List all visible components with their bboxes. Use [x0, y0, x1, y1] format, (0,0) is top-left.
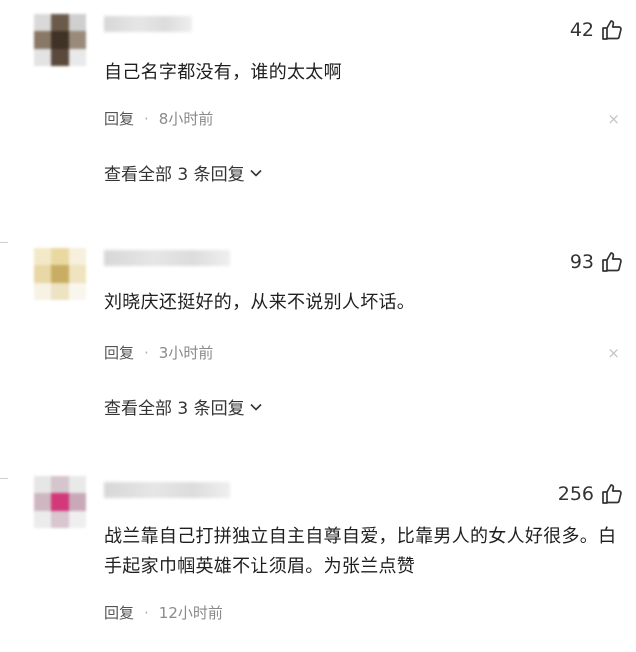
timestamp: 8小时前 [158, 110, 214, 128]
like-button[interactable]: 93 [570, 250, 624, 274]
avatar-pixel [68, 476, 86, 494]
avatar-pixel [34, 282, 52, 300]
view-all-label: 查看全部 3 条回复 [104, 165, 245, 185]
avatar-pixel [34, 493, 52, 511]
comment-text: 战兰靠自己打拼独立自主自尊自爱，比靠男人的女人好很多。白手起家巾帼英雄不让须眉。… [104, 526, 617, 577]
username-blurred[interactable] [104, 16, 192, 32]
avatar[interactable] [34, 14, 86, 66]
avatar-pixel [68, 48, 86, 66]
thumbs-up-icon [602, 484, 622, 504]
comment-meta: 回复 · 3小时前 [104, 342, 213, 363]
comment-text: 刘晓庆还挺好的，从来不说别人坏话。 [104, 292, 416, 313]
avatar-pixel [51, 493, 69, 511]
username-blurred[interactable] [104, 482, 230, 498]
avatar-pixel [34, 248, 52, 266]
close-icon[interactable]: × [607, 344, 620, 362]
view-all-replies-button[interactable]: 查看全部 3 条回复 [104, 160, 263, 185]
avatar-pixel [51, 265, 69, 283]
reply-button[interactable]: 回复 [104, 342, 134, 363]
close-icon[interactable]: × [607, 110, 620, 128]
like-count: 93 [569, 251, 594, 273]
timestamp: 12小时前 [158, 604, 223, 622]
like-count: 42 [569, 19, 594, 41]
avatar-pixel [51, 476, 69, 494]
avatar-pixel [68, 248, 86, 266]
avatar-pixel [34, 31, 52, 49]
chevron-down-icon [250, 169, 262, 177]
like-button[interactable]: 42 [570, 18, 624, 42]
timestamp: 3小时前 [158, 344, 214, 362]
divider [0, 242, 8, 243]
reply-button[interactable]: 回复 [104, 602, 134, 623]
comment-text: 自己名字都没有，谁的太太啊 [104, 62, 342, 83]
comment-meta: 回复 · 12小时前 [104, 602, 223, 623]
like-button[interactable]: 256 [558, 482, 624, 506]
like-count: 256 [557, 483, 594, 505]
divider [0, 478, 8, 479]
avatar-pixel [51, 510, 69, 528]
avatar-pixel [51, 31, 69, 49]
avatar-pixel [34, 265, 52, 283]
avatar[interactable] [34, 476, 86, 528]
thumbs-up-icon [602, 252, 622, 272]
avatar-pixel [68, 510, 86, 528]
avatar-pixel [34, 14, 52, 32]
thumbs-up-icon [602, 20, 622, 40]
comment-meta: 回复 · 8小时前 [104, 108, 213, 129]
username-blurred[interactable] [104, 250, 230, 266]
avatar-pixel [51, 14, 69, 32]
separator: · [144, 343, 149, 362]
avatar-pixel [34, 476, 52, 494]
chevron-down-icon [250, 403, 262, 411]
avatar-pixel [68, 493, 86, 511]
avatar-pixel [34, 510, 52, 528]
view-all-replies-button[interactable]: 查看全部 3 条回复 [104, 394, 263, 419]
view-all-label: 查看全部 3 条回复 [104, 399, 245, 419]
avatar-pixel [51, 248, 69, 266]
avatar-pixel [68, 282, 86, 300]
avatar[interactable] [34, 248, 86, 300]
avatar-pixel [34, 48, 52, 66]
avatar-pixel [51, 282, 69, 300]
separator: · [144, 603, 149, 622]
reply-button[interactable]: 回复 [104, 108, 134, 129]
avatar-pixel [68, 265, 86, 283]
avatar-pixel [51, 48, 69, 66]
separator: · [144, 109, 149, 128]
avatar-pixel [68, 31, 86, 49]
avatar-pixel [68, 14, 86, 32]
